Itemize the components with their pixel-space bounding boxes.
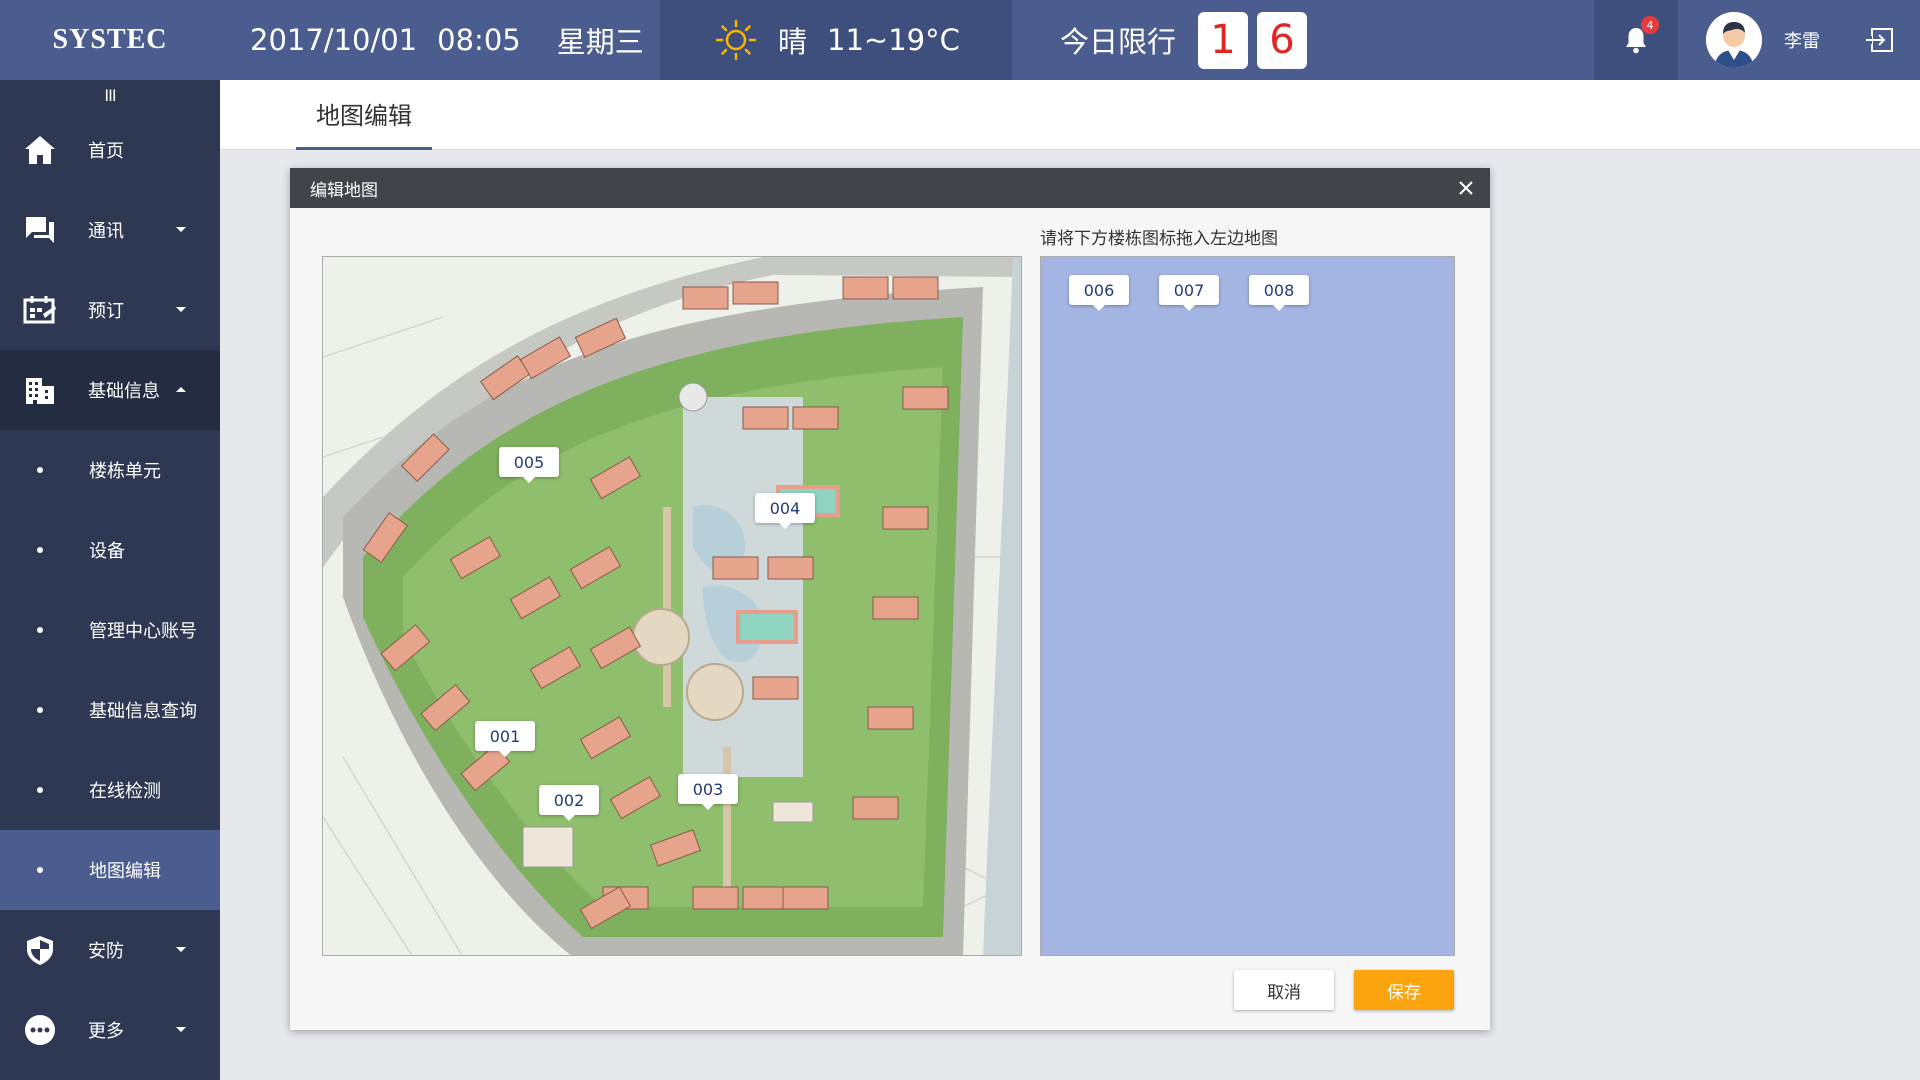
home-icon xyxy=(22,132,58,168)
save-button[interactable]: 保存 xyxy=(1354,970,1454,1010)
chat-icon xyxy=(22,212,58,248)
drag-hint: 请将下方楼栋图标拖入左边地图 xyxy=(1040,229,1278,249)
building-marker-003[interactable]: 003 xyxy=(678,774,738,810)
sidebar-item-basic-info[interactable]: 基础信息 xyxy=(0,350,220,430)
sidebar-item-home[interactable]: 首页 xyxy=(0,110,220,190)
sidebar-item-label: 基础信息 xyxy=(88,381,160,402)
sidebar-item-label: 管理中心账号 xyxy=(89,621,197,642)
sidebar-item-label: 通讯 xyxy=(88,221,124,242)
sun-icon xyxy=(715,19,757,61)
dialog-header: 编辑地图 xyxy=(290,168,1490,208)
building-marker-008[interactable]: 008 xyxy=(1249,275,1309,311)
datetime: 2017/10/01 08:05 星期三 xyxy=(250,0,664,80)
sidebar-item-label: 楼栋单元 xyxy=(89,461,161,482)
bullet-icon xyxy=(37,627,43,633)
building-marker-001[interactable]: 001 xyxy=(475,721,535,757)
building-marker-002[interactable]: 002 xyxy=(539,785,599,821)
dialog-title: 编辑地图 xyxy=(310,180,378,201)
more-icon xyxy=(22,1012,58,1048)
time-text: 08:05 xyxy=(437,23,521,57)
weather-text: 晴 xyxy=(778,25,808,59)
building-marker-004[interactable]: 004 xyxy=(755,493,815,529)
sidebar-item-label: 地图编辑 xyxy=(89,861,161,882)
site-plan-image xyxy=(323,257,1021,955)
close-icon[interactable] xyxy=(1454,176,1478,200)
limit-label: 今日限行 xyxy=(1060,25,1177,59)
sidebar-item-label: 在线检测 xyxy=(89,781,161,802)
sidebar-item-label: 基础信息查询 xyxy=(89,701,197,722)
sidebar-item-label: 更多 xyxy=(88,1021,124,1042)
shield-icon xyxy=(22,932,58,968)
building-marker-006[interactable]: 006 xyxy=(1069,275,1129,311)
chevron-down-icon xyxy=(176,947,186,952)
notification-button[interactable]: 4 xyxy=(1594,0,1678,80)
tab-bar: 地图编辑 xyxy=(220,80,1920,150)
building-marker-005[interactable]: 005 xyxy=(499,447,559,483)
sidebar-subitem-admin-accounts[interactable]: 管理中心账号 xyxy=(0,590,220,670)
sidebar-item-booking[interactable]: 预订 xyxy=(0,270,220,350)
logout-icon[interactable] xyxy=(1866,24,1898,56)
building-marker-007[interactable]: 007 xyxy=(1159,275,1219,311)
bullet-icon xyxy=(37,787,43,793)
chevron-down-icon xyxy=(176,307,186,312)
user-menu[interactable]: 李雷 xyxy=(1706,0,1820,80)
site-map[interactable]: 005 004 001 002 003 xyxy=(322,256,1022,956)
limit-digit: 6 xyxy=(1257,11,1308,69)
sidebar-item-label: 预订 xyxy=(88,301,124,322)
bullet-icon xyxy=(37,467,43,473)
sidebar-item-label: 首页 xyxy=(88,141,124,162)
bullet-icon xyxy=(37,867,43,873)
weekday-text: 星期三 xyxy=(556,25,644,59)
logo-text: SYSTEC xyxy=(52,24,168,55)
top-bar: SYSTEC 2017/10/01 08:05 星期三 晴 11~19°C 今日… xyxy=(0,0,1920,80)
edit-map-dialog: 编辑地图 005 004 001 002 003 请将下方楼栋图标拖入左边地图 … xyxy=(290,168,1490,1030)
notification-badge: 4 xyxy=(1641,16,1659,34)
limit-digit: 1 xyxy=(1198,11,1249,69)
sidebar-item-label: 安防 xyxy=(88,941,124,962)
chevron-down-icon xyxy=(176,227,186,232)
tab-map-edit[interactable]: 地图编辑 xyxy=(296,80,432,150)
sidebar-item-chat[interactable]: 通讯 xyxy=(0,190,220,270)
username: 李雷 xyxy=(1784,31,1820,52)
logo: SYSTEC xyxy=(0,0,220,80)
bullet-icon xyxy=(37,707,43,713)
bullet-icon xyxy=(37,547,43,553)
sidebar-collapse-button[interactable]: III xyxy=(0,80,220,110)
building-icon-tray[interactable]: 006 007 008 xyxy=(1040,256,1455,956)
weather-panel: 晴 11~19°C xyxy=(660,0,1012,80)
traffic-limit: 今日限行 1 6 xyxy=(1060,0,1316,80)
date-text: 2017/10/01 xyxy=(250,23,418,57)
sidebar-item-more[interactable]: 更多 xyxy=(0,990,220,1070)
chevron-down-icon xyxy=(176,1027,186,1032)
avatar xyxy=(1706,12,1762,68)
sidebar-item-security[interactable]: 安防 xyxy=(0,910,220,990)
sidebar-item-label: 设备 xyxy=(89,541,125,562)
chevron-up-icon xyxy=(176,387,186,392)
sidebar-subitem-info-query[interactable]: 基础信息查询 xyxy=(0,670,220,750)
sidebar-subitem-map-edit[interactable]: 地图编辑 xyxy=(0,830,220,910)
booking-icon xyxy=(22,292,58,328)
cancel-button[interactable]: 取消 xyxy=(1234,970,1334,1010)
sidebar: III 首页 通讯 预订 基础信息 楼栋单元 设备 管理中心账号 基础信息查询 … xyxy=(0,80,220,1080)
sidebar-subitem-building-units[interactable]: 楼栋单元 xyxy=(0,430,220,510)
sidebar-subitem-online-check[interactable]: 在线检测 xyxy=(0,750,220,830)
sidebar-subitem-devices[interactable]: 设备 xyxy=(0,510,220,590)
building-icon xyxy=(22,372,58,408)
temperature-text: 11~19°C xyxy=(827,23,960,57)
